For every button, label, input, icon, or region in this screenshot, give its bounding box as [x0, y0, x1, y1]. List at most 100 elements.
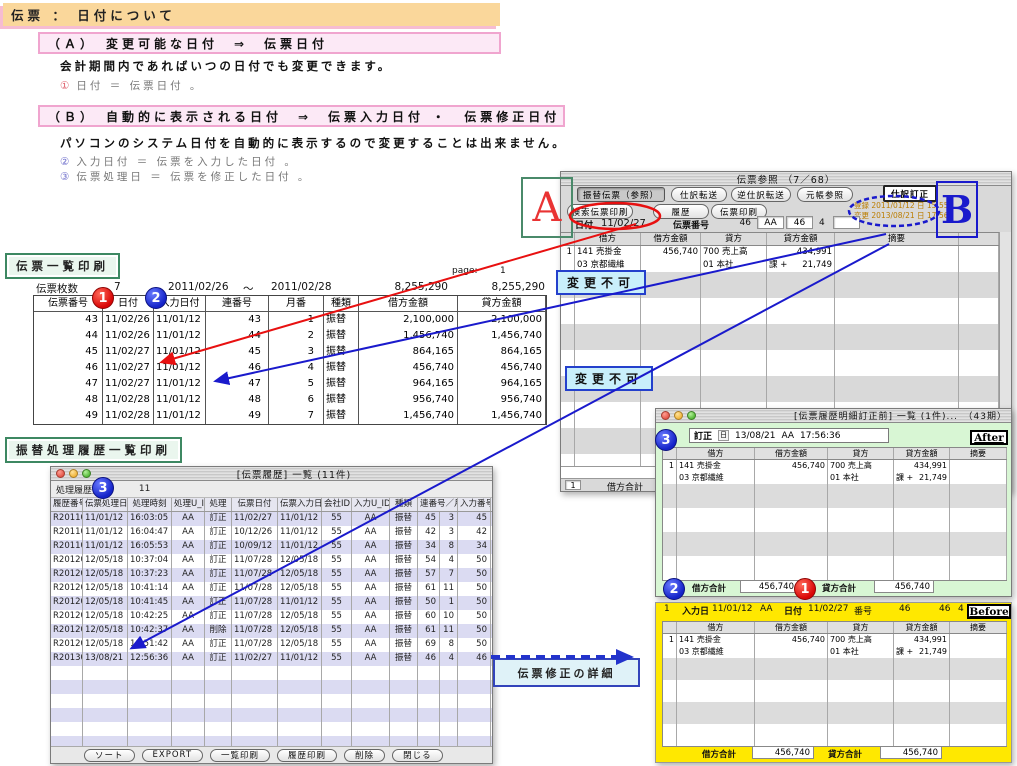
- close-button[interactable]: 閉じる: [392, 749, 443, 762]
- table-row[interactable]: [663, 658, 1006, 669]
- table-cell: AA: [172, 554, 205, 568]
- column-header: 種類: [390, 498, 418, 511]
- table-cell: 11/07/28: [232, 554, 278, 568]
- search-slip-print-button[interactable]: 検索伝票印刷: [567, 204, 633, 219]
- table-row[interactable]: [51, 722, 492, 736]
- close-icon[interactable]: [56, 469, 65, 478]
- table-cell: 10: [440, 610, 458, 624]
- zoom-icon[interactable]: [687, 411, 696, 420]
- list-print-button[interactable]: 一覧印刷: [210, 749, 270, 762]
- after-window-title: [伝票履歴明細訂正前] 一覧 (1件)... （43期）: [701, 409, 1011, 422]
- ledger-reference-button[interactable]: 元帳参照: [797, 187, 853, 202]
- table-row[interactable]: R20120512/05/1810:41:14AA訂正11/07/2812/05…: [51, 582, 492, 596]
- sequence-number-box[interactable]: 46: [786, 216, 813, 229]
- table-cell: AA: [352, 582, 390, 596]
- table-cell: 864,165: [458, 344, 546, 360]
- table-cell: [835, 272, 959, 285]
- table-row[interactable]: [663, 735, 1006, 746]
- table-row[interactable]: 4711/02/2711/01/12475振替964,165964,165: [34, 376, 546, 392]
- export-button[interactable]: EXPORT: [142, 749, 204, 762]
- history-print-button[interactable]: 履歴印刷: [277, 749, 337, 762]
- table-row[interactable]: [51, 694, 492, 708]
- transfer-slip-ref-button[interactable]: 振替伝票（参照）: [577, 187, 665, 202]
- history-titlebar[interactable]: [伝票履歴] 一覧 (11件): [51, 467, 492, 481]
- table-row[interactable]: [663, 496, 1006, 508]
- date-field-value[interactable]: 11/02/27: [601, 218, 646, 229]
- table-row[interactable]: [663, 702, 1006, 713]
- table-row[interactable]: [663, 669, 1006, 680]
- table-row[interactable]: [663, 713, 1006, 724]
- table-cell: [959, 389, 999, 402]
- table-cell: [575, 350, 641, 363]
- table-row[interactable]: [51, 680, 492, 694]
- table-row[interactable]: R20130813/08/2112:56:36AA訂正11/02/2711/01…: [51, 652, 492, 666]
- delete-button[interactable]: 削除: [344, 749, 385, 762]
- table-row[interactable]: [561, 298, 1000, 311]
- ref-table-header: 借方借方金額貸方貸方金額摘要: [561, 233, 1000, 246]
- user-id-box[interactable]: AA: [757, 216, 784, 229]
- table-cell: 12/05/18: [83, 624, 128, 638]
- table-cell: 10/12/26: [232, 526, 278, 540]
- table-row[interactable]: [663, 680, 1006, 691]
- zoom-icon[interactable]: [82, 469, 91, 478]
- tax-cell: 課 +21,749: [894, 472, 950, 484]
- journal-transfer-button[interactable]: 仕訳転送: [671, 187, 727, 202]
- table-row[interactable]: [663, 544, 1006, 556]
- after-titlebar[interactable]: [伝票履歴明細訂正前] 一覧 (1件)... （43期）: [656, 409, 1011, 423]
- table-cell: 振替: [324, 392, 359, 408]
- table-cell: [677, 556, 755, 568]
- table-row[interactable]: 4411/02/2611/01/12442振替1,456,7401,456,74…: [34, 328, 546, 344]
- debit-account: 141 売掛金: [677, 460, 755, 472]
- table-row[interactable]: 4311/02/2611/01/12431振替2,100,0002,100,00…: [34, 312, 546, 328]
- table-cell: [322, 694, 352, 708]
- table-row[interactable]: R20120512/05/1810:37:23AA訂正11/07/2812/05…: [51, 568, 492, 582]
- table-row[interactable]: R20120512/05/1810:37:04AA訂正11/07/2812/05…: [51, 554, 492, 568]
- close-icon[interactable]: [661, 411, 670, 420]
- table-row[interactable]: R20120512/05/1810:51:42AA訂正11/07/2812/05…: [51, 638, 492, 652]
- table-row[interactable]: R20110111/01/1216:03:05AA訂正11/02/2711/01…: [51, 512, 492, 526]
- table-row[interactable]: R20110111/01/1216:05:53AA訂正10/09/1211/01…: [51, 540, 492, 554]
- table-row[interactable]: 4811/02/2811/01/12486振替956,740956,740: [34, 392, 546, 408]
- table-row[interactable]: R20110111/01/1216:04:47AA訂正10/12/2611/01…: [51, 526, 492, 540]
- table-row[interactable]: [561, 324, 1000, 337]
- table-row[interactable]: [663, 520, 1006, 532]
- table-cell: [232, 694, 278, 708]
- table-row[interactable]: [561, 337, 1000, 350]
- entry-line-1[interactable]: 1 141 売掛金 456,740 700 売上高 434,991: [561, 246, 1000, 259]
- table-cell: [440, 722, 458, 736]
- table-cell: 46: [206, 360, 269, 376]
- table-row[interactable]: [663, 508, 1006, 520]
- table-row[interactable]: [51, 708, 492, 722]
- table-row[interactable]: [663, 691, 1006, 702]
- table-row[interactable]: [663, 484, 1006, 496]
- table-row[interactable]: 4911/02/2811/01/12497振替1,456,7401,456,74…: [34, 408, 546, 424]
- debit-code: 141: [679, 635, 694, 644]
- table-row[interactable]: [561, 311, 1000, 324]
- table-row[interactable]: [663, 568, 1006, 580]
- credit-sub-name: 本社: [717, 260, 734, 270]
- table-cell: 11: [440, 624, 458, 638]
- table-row[interactable]: R20120512/05/1810:41:45AA訂正11/07/2811/01…: [51, 596, 492, 610]
- table-cell: [835, 285, 959, 298]
- table-row[interactable]: [51, 666, 492, 680]
- table-row[interactable]: [663, 724, 1006, 735]
- table-cell: [677, 484, 755, 496]
- debit-sub-code: 03: [679, 647, 689, 656]
- debit-name: 売掛金: [697, 461, 721, 470]
- table-cell: [755, 702, 828, 713]
- history-button[interactable]: 履歴: [653, 204, 709, 219]
- reverse-journal-transfer-button[interactable]: 逆仕訳転送: [731, 187, 791, 202]
- empty-field-box[interactable]: [833, 216, 860, 229]
- table-row[interactable]: [561, 350, 1000, 363]
- minimize-icon[interactable]: [69, 469, 78, 478]
- table-cell: [641, 311, 701, 324]
- table-row[interactable]: R20120512/05/1810:42:25AA訂正11/07/2812/05…: [51, 610, 492, 624]
- slip-list-rows: 4311/02/2611/01/12431振替2,100,0002,100,00…: [34, 312, 546, 424]
- table-row[interactable]: 4611/02/2711/01/12464振替456,740456,740: [34, 360, 546, 376]
- minimize-icon[interactable]: [674, 411, 683, 420]
- table-row[interactable]: 4511/02/2711/01/12453振替864,165864,165: [34, 344, 546, 360]
- table-row[interactable]: R20120512/05/1810:42:37AA削除11/07/2812/05…: [51, 624, 492, 638]
- table-row[interactable]: [663, 556, 1006, 568]
- table-row[interactable]: [663, 532, 1006, 544]
- sort-button[interactable]: ソート: [84, 749, 135, 762]
